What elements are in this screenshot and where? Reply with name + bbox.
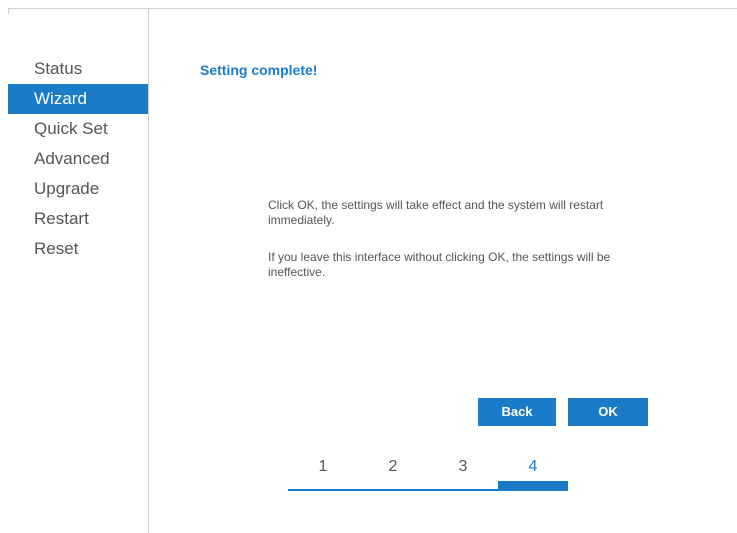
step-2: 2 — [388, 458, 398, 475]
back-button[interactable]: Back — [478, 398, 556, 426]
step-4: 4 — [528, 458, 538, 475]
step-indicator: 1 2 3 4 — [288, 458, 568, 492]
restart-message: Click OK, the settings will take effect … — [268, 198, 604, 227]
step-1: 1 — [318, 458, 328, 475]
sidebar-item-status[interactable]: Status — [8, 54, 148, 84]
sidebar-nav: Status Wizard Quick Set Advanced Upgrade… — [8, 54, 148, 264]
page-title: Setting complete! — [200, 62, 318, 78]
warning-message: If you leave this interface without clic… — [268, 250, 611, 279]
sidebar-item-reset[interactable]: Reset — [8, 234, 148, 264]
sidebar-item-wizard[interactable]: Wizard — [8, 84, 148, 114]
current-step-marker — [498, 481, 568, 490]
sidebar-item-quick-set[interactable]: Quick Set — [8, 114, 148, 144]
sidebar-item-advanced[interactable]: Advanced — [8, 144, 148, 174]
sidebar: Status Wizard Quick Set Advanced Upgrade… — [0, 9, 149, 533]
sidebar-item-restart[interactable]: Restart — [8, 204, 148, 234]
sidebar-item-upgrade[interactable]: Upgrade — [8, 174, 148, 204]
step-3: 3 — [458, 458, 468, 475]
ok-button[interactable]: OK — [568, 398, 648, 426]
